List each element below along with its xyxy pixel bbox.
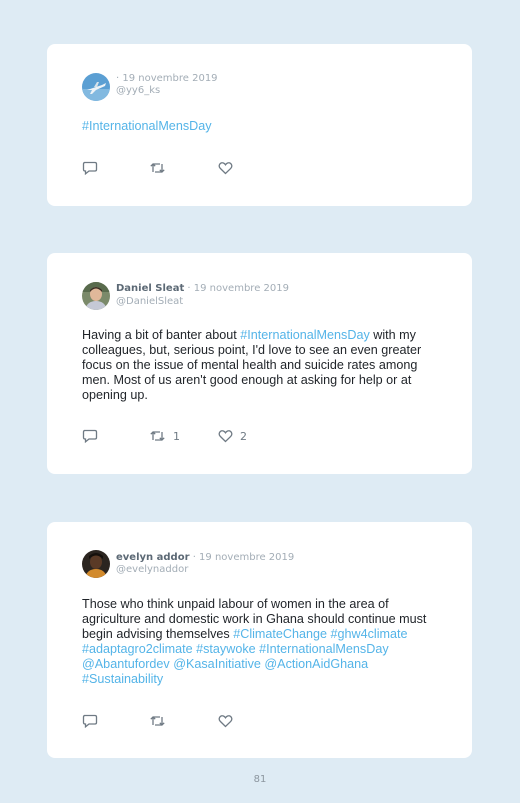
person-avatar-icon bbox=[82, 550, 110, 578]
heart-icon bbox=[218, 162, 233, 175]
like-button[interactable]: 2 bbox=[218, 429, 247, 443]
page-number: 81 bbox=[253, 774, 267, 785]
retweet-button[interactable] bbox=[149, 714, 173, 728]
tweet-meta: · 19 novembre 2019 bbox=[116, 73, 218, 85]
author-handle[interactable]: @yy6_ks bbox=[116, 85, 160, 97]
tweet-text: #InternationalMensDay bbox=[82, 119, 442, 134]
heart-icon bbox=[218, 715, 233, 728]
tweet-text-segment: Having a bit of banter about bbox=[82, 328, 241, 342]
person-avatar-icon bbox=[82, 282, 110, 310]
like-button[interactable] bbox=[218, 714, 240, 728]
reply-button[interactable] bbox=[82, 161, 105, 175]
retweet-icon bbox=[150, 716, 165, 726]
author-name[interactable]: Daniel Sleat bbox=[116, 283, 184, 294]
avatar[interactable] bbox=[82, 282, 110, 310]
tweet-card: · 19 novembre 2019 @yy6_ks #Internationa… bbox=[47, 44, 472, 206]
author-handle[interactable]: @DanielSleat bbox=[116, 296, 183, 308]
retweet-count: 1 bbox=[173, 429, 180, 443]
tweet-text: Having a bit of banter about #Internatio… bbox=[82, 328, 442, 403]
reply-button[interactable] bbox=[82, 714, 105, 728]
avatar[interactable] bbox=[82, 550, 110, 578]
like-button[interactable] bbox=[218, 161, 240, 175]
avatar[interactable] bbox=[82, 73, 110, 101]
reply-icon bbox=[82, 714, 98, 728]
tweet-date: · 19 novembre 2019 bbox=[187, 283, 289, 294]
tweet-meta: Daniel Sleat · 19 novembre 2019 bbox=[116, 283, 289, 295]
retweet-button[interactable] bbox=[149, 161, 173, 175]
hashtag[interactable]: #InternationalMensDay bbox=[82, 119, 212, 133]
tweet-meta: evelyn addor · 19 novembre 2019 bbox=[116, 552, 294, 564]
retweet-icon bbox=[150, 431, 165, 441]
heart-icon bbox=[218, 430, 233, 443]
tweet-card: evelyn addor · 19 novembre 2019 @evelyna… bbox=[47, 522, 472, 758]
tweet-card: Daniel Sleat · 19 novembre 2019 @DanielS… bbox=[47, 253, 472, 474]
tweet-date: · 19 novembre 2019 bbox=[116, 73, 218, 84]
reply-icon bbox=[82, 429, 98, 443]
airplane-avatar-icon bbox=[82, 73, 110, 101]
author-handle[interactable]: @evelynaddor bbox=[116, 564, 188, 576]
author-name[interactable]: evelyn addor bbox=[116, 552, 190, 563]
like-count: 2 bbox=[240, 429, 247, 443]
tweet-date: · 19 novembre 2019 bbox=[192, 552, 295, 563]
retweet-button[interactable]: 1 bbox=[149, 429, 180, 443]
reply-icon bbox=[82, 161, 98, 175]
tweet-text: Those who think unpaid labour of women i… bbox=[82, 597, 442, 687]
reply-button[interactable] bbox=[82, 429, 105, 443]
hashtag[interactable]: #InternationalMensDay bbox=[240, 328, 370, 342]
retweet-icon bbox=[150, 163, 165, 173]
